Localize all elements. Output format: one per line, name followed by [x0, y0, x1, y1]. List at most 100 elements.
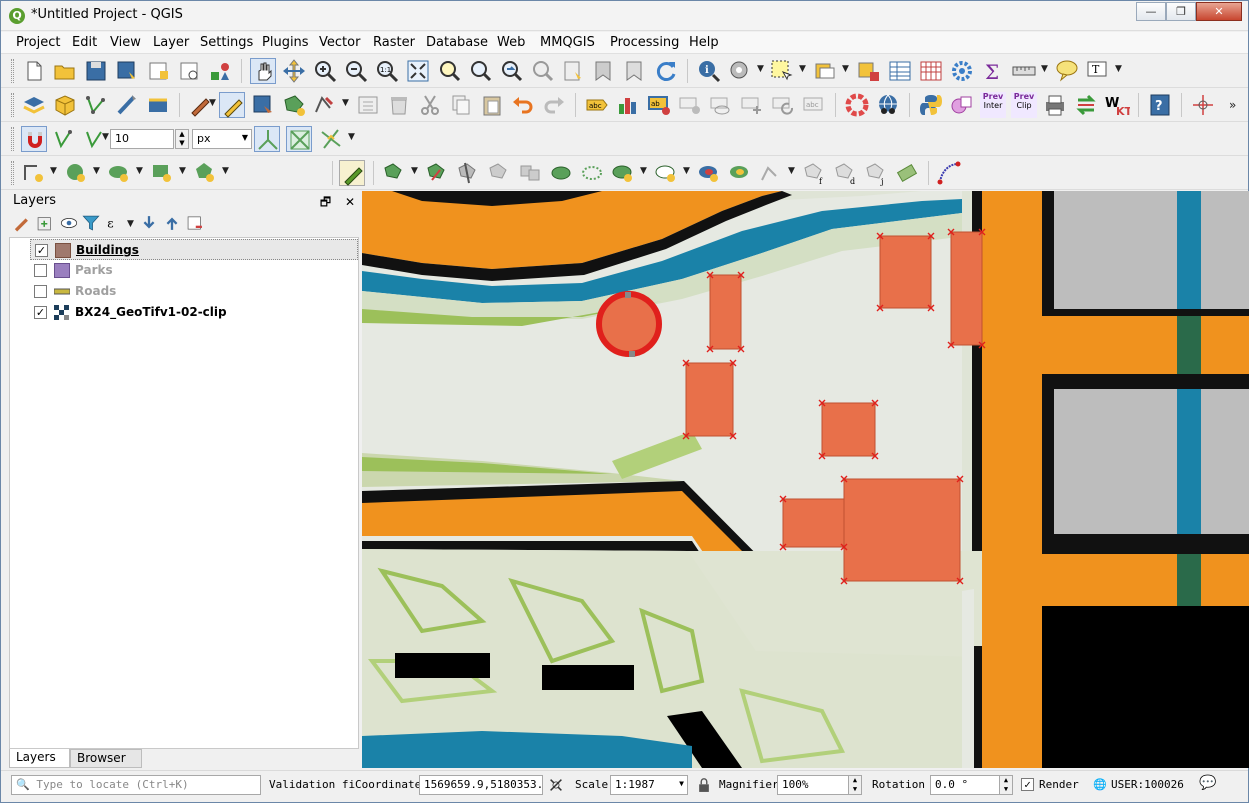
chevron-down-icon[interactable]: ▼: [348, 132, 355, 142]
zoom-out-icon[interactable]: [343, 58, 369, 84]
layer-diagram-icon[interactable]: [615, 92, 641, 118]
expand-all-icon[interactable]: [139, 213, 159, 233]
chevron-down-icon[interactable]: ▼: [788, 166, 795, 176]
select-by-value-icon[interactable]: [812, 58, 838, 84]
merge-features-icon[interactable]: [517, 160, 543, 186]
scale-select[interactable]: 1:1987 ▼: [610, 775, 688, 795]
snapping-magnet-icon[interactable]: [21, 126, 47, 152]
menu-processing[interactable]: Processing: [610, 35, 679, 50]
snapping-layers-icon[interactable]: [52, 126, 78, 152]
layer-checkbox[interactable]: ✓: [35, 244, 48, 257]
add-group-icon[interactable]: [35, 213, 55, 233]
show-hide-labels-icon[interactable]: [708, 92, 734, 118]
chevron-down-icon[interactable]: ▼: [50, 166, 57, 176]
float-panel-button[interactable]: 🗗: [320, 195, 331, 209]
render-checkbox[interactable]: ✓: [1021, 778, 1034, 791]
prev-inter-plugin[interactable]: Prev Inter: [980, 92, 1006, 118]
style-layer-icon[interactable]: [11, 213, 31, 233]
add-curve-icon[interactable]: [936, 160, 962, 186]
chevron-down-icon[interactable]: ▼: [93, 166, 100, 176]
layer-checkbox[interactable]: ✓: [34, 306, 47, 319]
text-annotation-icon[interactable]: T: [1085, 58, 1111, 84]
add-polygon-feature-icon[interactable]: [281, 92, 307, 118]
zoom-to-layer-icon[interactable]: [467, 58, 493, 84]
add-circular-string-icon[interactable]: [21, 160, 47, 186]
show-bookmarks-icon[interactable]: [591, 58, 617, 84]
paste-features-icon[interactable]: [479, 92, 505, 118]
save-layer-edits-icon[interactable]: [250, 92, 276, 118]
layout-manager-icon[interactable]: [176, 58, 202, 84]
rotate-label-icon[interactable]: [770, 92, 796, 118]
snapping-tolerance-input[interactable]: 10: [110, 129, 174, 149]
add-ellipse-icon[interactable]: [106, 160, 132, 186]
layer-item-parks[interactable]: Parks: [30, 260, 358, 281]
snapping-unit-select[interactable]: px ▼: [192, 129, 252, 149]
identify-features-icon[interactable]: i: [696, 58, 722, 84]
chevron-down-icon[interactable]: ▼: [411, 166, 418, 176]
print-plugin-icon[interactable]: [1042, 92, 1068, 118]
reverse-line-icon[interactable]: j: [863, 160, 889, 186]
lock-scale-icon[interactable]: [695, 776, 713, 794]
zoom-next-icon[interactable]: [529, 58, 555, 84]
offset-curve-icon[interactable]: [758, 160, 784, 186]
crs-button[interactable]: USER:100026: [1111, 778, 1184, 791]
refresh-icon[interactable]: [653, 58, 679, 84]
rotate-feature-icon[interactable]: f: [801, 160, 827, 186]
messages-icon[interactable]: 💬: [1199, 775, 1216, 791]
save-as-icon[interactable]: [114, 58, 140, 84]
chevron-down-icon[interactable]: ▼: [127, 219, 134, 229]
collapse-all-icon[interactable]: [162, 213, 182, 233]
chevron-down-icon[interactable]: ▼: [136, 166, 143, 176]
change-label-icon[interactable]: abc: [801, 92, 827, 118]
layer-item-raster[interactable]: ✓ BX24_GeoTifv1-02-clip: [30, 302, 358, 323]
measure-icon[interactable]: [1011, 58, 1037, 84]
advanced-digitizing-icon[interactable]: [339, 160, 365, 186]
intersect-plugin-icon[interactable]: [949, 92, 975, 118]
toggle-extents-icon[interactable]: [546, 775, 566, 795]
menu-project[interactable]: Project: [16, 35, 60, 50]
attribute-table-icon[interactable]: [887, 58, 913, 84]
layer-checkbox[interactable]: [34, 285, 47, 298]
vertex-tool-icon[interactable]: [312, 92, 338, 118]
undo-icon[interactable]: [510, 92, 536, 118]
help-icon[interactable]: ?: [1147, 92, 1173, 118]
new-project-icon[interactable]: [21, 58, 47, 84]
map-canvas[interactable]: [362, 191, 1249, 768]
layer-item-buildings[interactable]: ✓ Buildings: [30, 239, 358, 260]
new-bookmark-icon[interactable]: [560, 58, 586, 84]
pan-to-selection-icon[interactable]: [281, 58, 307, 84]
tolerance-spinner[interactable]: ▲ ▼: [175, 129, 189, 149]
maximize-button[interactable]: ❐: [1166, 2, 1196, 21]
data-source-manager-icon[interactable]: [21, 92, 47, 118]
chevron-down-icon[interactable]: ▼: [640, 166, 647, 176]
menu-database[interactable]: Database: [426, 35, 488, 50]
scale-feature-icon[interactable]: d: [832, 160, 858, 186]
split-features-icon[interactable]: [455, 160, 481, 186]
modify-attributes-icon[interactable]: [355, 92, 381, 118]
merge-attributes-icon[interactable]: [548, 160, 574, 186]
pan-map-icon[interactable]: [250, 58, 276, 84]
field-calculator-icon[interactable]: [918, 58, 944, 84]
reshape-features-icon[interactable]: [424, 160, 450, 186]
map-tips-icon[interactable]: [1054, 58, 1080, 84]
zoom-full-icon[interactable]: [405, 58, 431, 84]
bookmarks-icon[interactable]: [622, 58, 648, 84]
cut-features-icon[interactable]: [417, 92, 443, 118]
add-part-icon[interactable]: [653, 160, 679, 186]
prev-clip-plugin[interactable]: Prev Clip: [1011, 92, 1037, 118]
new-spatialite-layer-icon[interactable]: [114, 92, 140, 118]
zoom-last-icon[interactable]: [498, 58, 524, 84]
add-circle-icon[interactable]: [63, 160, 89, 186]
chevron-down-icon[interactable]: ▼: [799, 64, 806, 74]
chevron-down-icon[interactable]: ▼: [1041, 64, 1048, 74]
minimize-button[interactable]: —: [1136, 2, 1166, 21]
globe-plugin-icon[interactable]: [875, 92, 901, 118]
reproject-plugin-icon[interactable]: [1073, 92, 1099, 118]
trim-extend-icon[interactable]: [894, 160, 920, 186]
new-geopackage-layer-icon[interactable]: [52, 92, 78, 118]
save-project-icon[interactable]: [83, 58, 109, 84]
zoom-in-icon[interactable]: [312, 58, 338, 84]
deselect-all-icon[interactable]: [856, 58, 882, 84]
lifebuoy-plugin-icon[interactable]: [844, 92, 870, 118]
pin-labels-icon[interactable]: [677, 92, 703, 118]
